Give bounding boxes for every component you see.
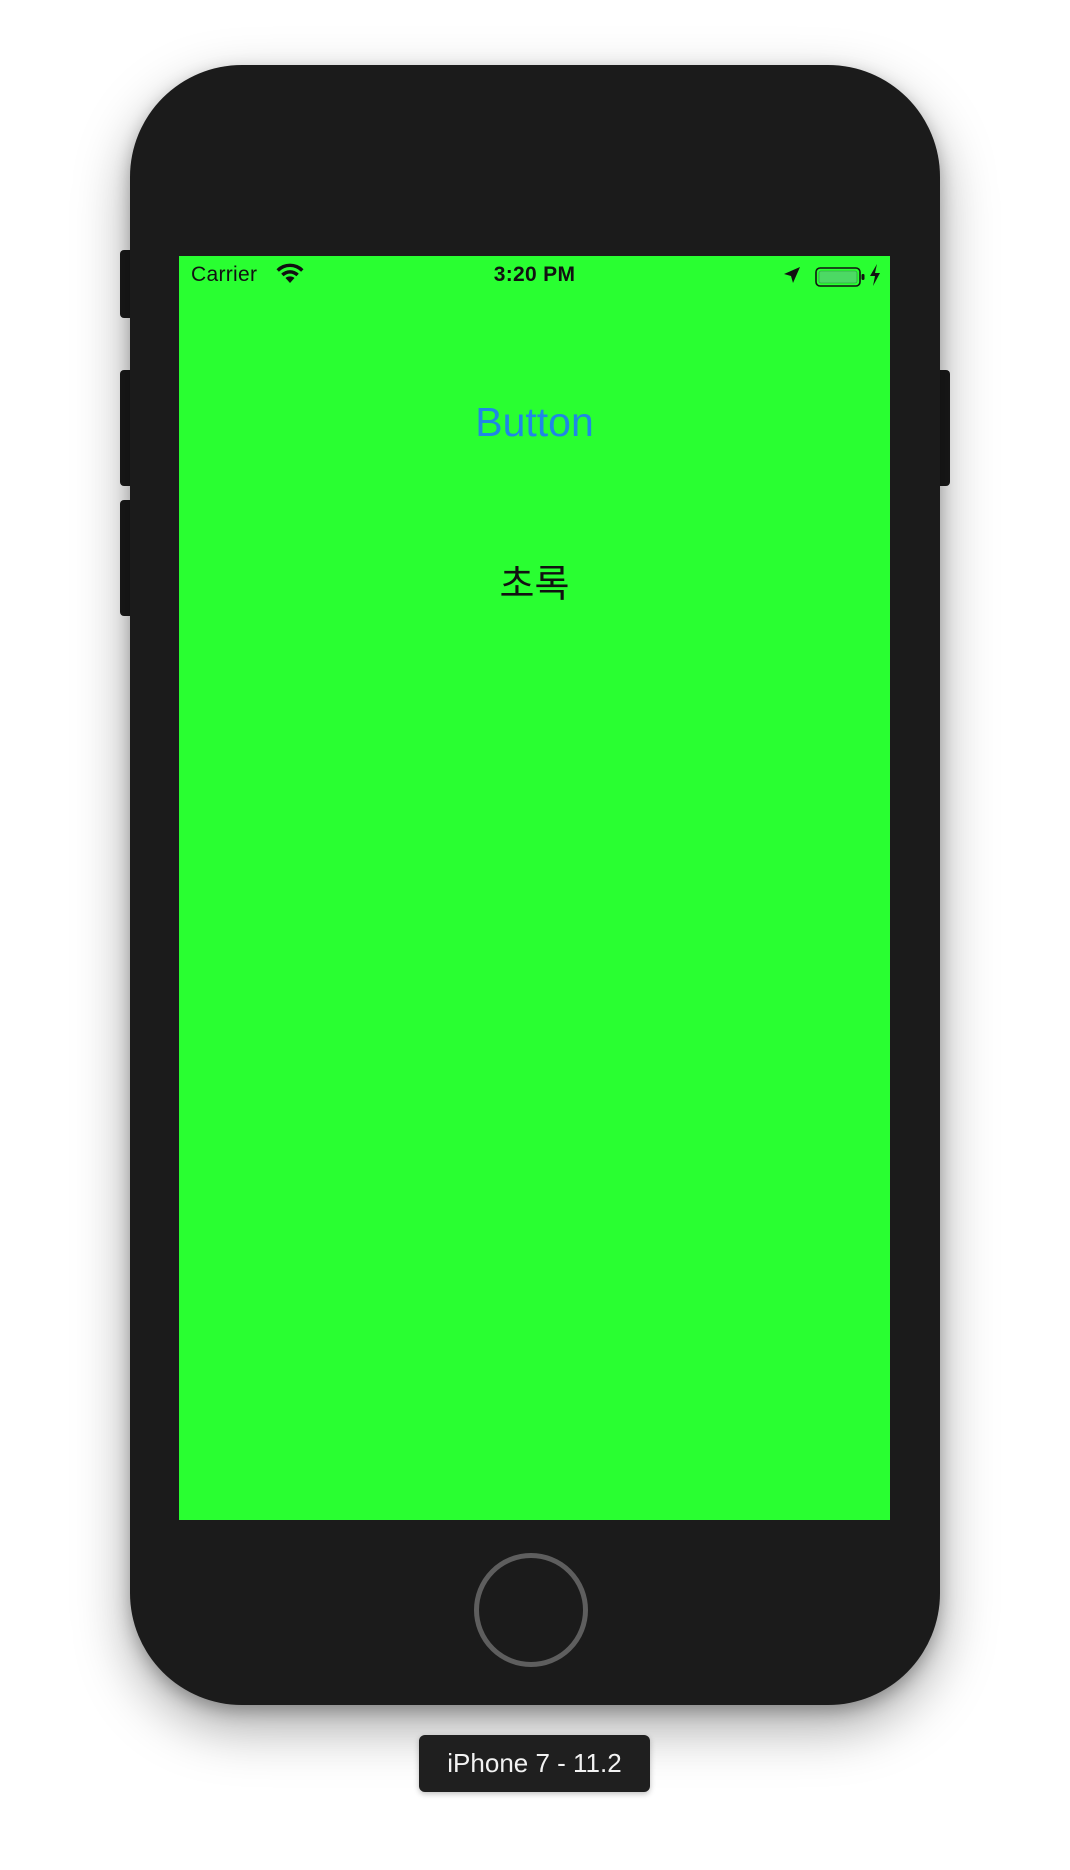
battery-icon bbox=[815, 267, 865, 287]
app-screen: Carrier 3:20 PM Button 초록 bbox=[179, 256, 890, 1520]
simulator-device-label: iPhone 7 - 11.2 bbox=[419, 1735, 650, 1792]
home-button[interactable] bbox=[474, 1553, 588, 1667]
status-bar: Carrier 3:20 PM bbox=[179, 256, 890, 296]
location-arrow-icon bbox=[784, 267, 800, 283]
main-button[interactable]: Button bbox=[179, 399, 890, 446]
color-name-label: 초록 bbox=[499, 562, 570, 606]
charging-bolt-icon bbox=[870, 264, 880, 286]
